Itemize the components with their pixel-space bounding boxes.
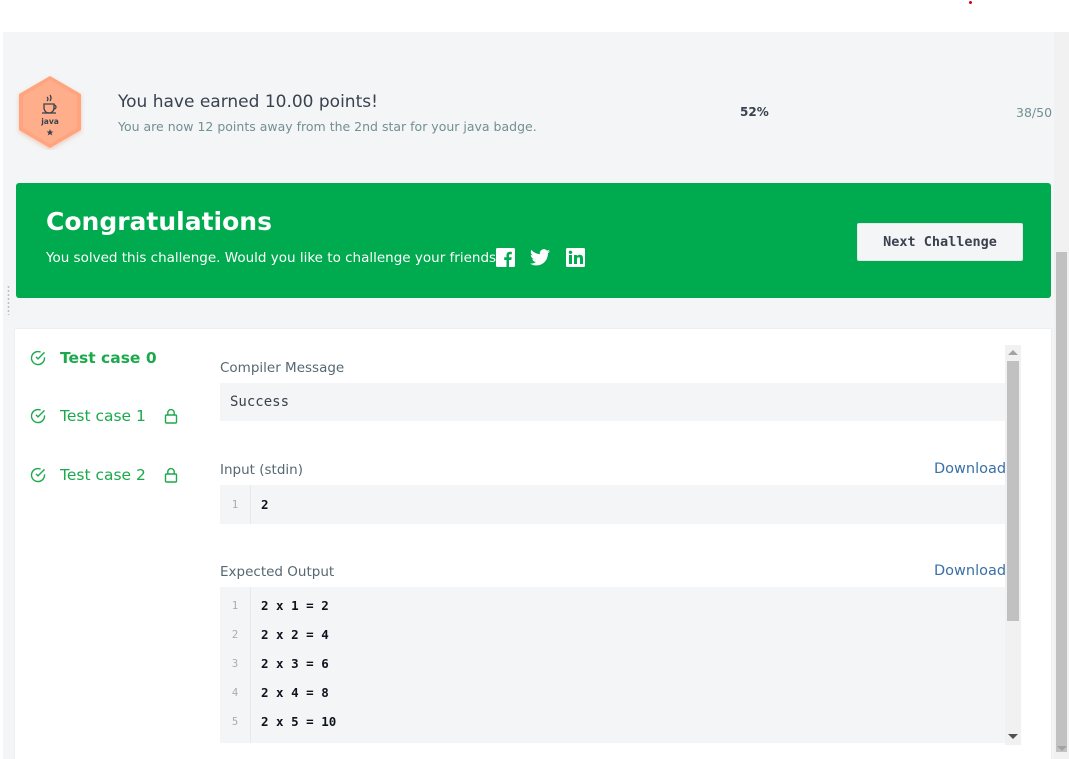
input-label: Input (stdin) [220, 462, 303, 478]
linkedin-icon [565, 247, 585, 267]
line-number: 4 [231, 686, 239, 699]
line-number: 1 [231, 498, 239, 511]
code-line: 2 2 x 2 = 4 [220, 620, 1005, 649]
test-case-label: Test case 1 [60, 407, 146, 425]
page-scrollbar[interactable] [1054, 32, 1069, 759]
line-text: 2 x 1 = 2 [261, 598, 329, 613]
badge-label: java [40, 117, 59, 126]
input-download-link[interactable]: Download [934, 461, 1006, 477]
output-download-link[interactable]: Download [934, 563, 1006, 579]
scrollbar-thumb[interactable] [1056, 252, 1067, 752]
scroll-down-arrow-icon[interactable] [1057, 746, 1067, 751]
compiler-message-box: Success [220, 383, 1005, 421]
test-case-0-tab[interactable]: Test case 0 [30, 346, 157, 370]
twitter-share-button[interactable] [530, 247, 550, 267]
output-scrollbar[interactable] [1005, 345, 1021, 745]
test-case-label: Test case 0 [60, 349, 157, 367]
test-case-1-tab[interactable]: Test case 1 [30, 404, 178, 428]
resize-grip[interactable] [7, 285, 10, 315]
notification-dot [969, 1, 972, 4]
twitter-icon [530, 248, 550, 265]
line-number: 2 [231, 628, 239, 641]
line-text: 2 x 2 = 4 [261, 627, 329, 642]
test-case-2-tab[interactable]: Test case 2 [30, 463, 178, 487]
code-line: 5 2 x 5 = 10 [220, 707, 1005, 736]
badge-progress-count: 38/50 [1016, 105, 1053, 120]
congratulations-message: You solved this challenge. Would you lik… [46, 250, 504, 266]
input-code-box: 1 2 [220, 485, 1005, 524]
expected-output-code-box: 1 2 x 1 = 2 2 2 x 2 = 4 3 2 x 3 = 6 4 2 … [220, 587, 1005, 743]
test-results-panel: Test case 0 Test case 1 Test case 2 Comp… [15, 329, 1051, 759]
points-subtitle: You are now 12 points away from the 2nd … [118, 119, 537, 134]
points-earned-title: You have earned 10.00 points! [118, 92, 378, 112]
congratulations-banner: Congratulations You solved this challeng… [16, 183, 1051, 298]
line-number: 5 [231, 715, 239, 728]
scroll-down-arrow-icon[interactable] [1008, 734, 1018, 739]
expected-output-label: Expected Output [220, 564, 335, 580]
check-circle-icon [30, 467, 46, 483]
facebook-icon [495, 247, 515, 267]
java-badge: java [15, 74, 85, 150]
check-circle-icon [30, 350, 46, 366]
line-number: 3 [231, 657, 239, 670]
test-case-label: Test case 2 [60, 466, 146, 484]
check-circle-icon [30, 408, 46, 424]
linkedin-share-button[interactable] [565, 247, 585, 267]
badge-progress-percent: 52% [740, 105, 769, 119]
lock-icon [164, 408, 178, 424]
code-line: 4 2 x 4 = 8 [220, 678, 1005, 707]
line-text: 2 x 5 = 10 [261, 714, 337, 729]
code-line: 1 2 x 1 = 2 [220, 591, 1005, 620]
compiler-message-label: Compiler Message [220, 360, 345, 376]
code-line: 3 2 x 3 = 6 [220, 649, 1005, 678]
line-text: 2 x 4 = 8 [261, 685, 329, 700]
scroll-up-arrow-icon[interactable] [1008, 350, 1018, 355]
line-text: 2 [261, 497, 269, 512]
next-challenge-button[interactable]: Next Challenge [857, 223, 1023, 261]
scrollbar-thumb[interactable] [1007, 361, 1019, 621]
line-text: 2 x 3 = 6 [261, 656, 329, 671]
facebook-share-button[interactable] [495, 247, 515, 267]
congratulations-title: Congratulations [46, 207, 272, 236]
code-line: 1 2 [220, 490, 1005, 519]
line-number: 1 [231, 599, 239, 612]
lock-icon [164, 467, 178, 483]
